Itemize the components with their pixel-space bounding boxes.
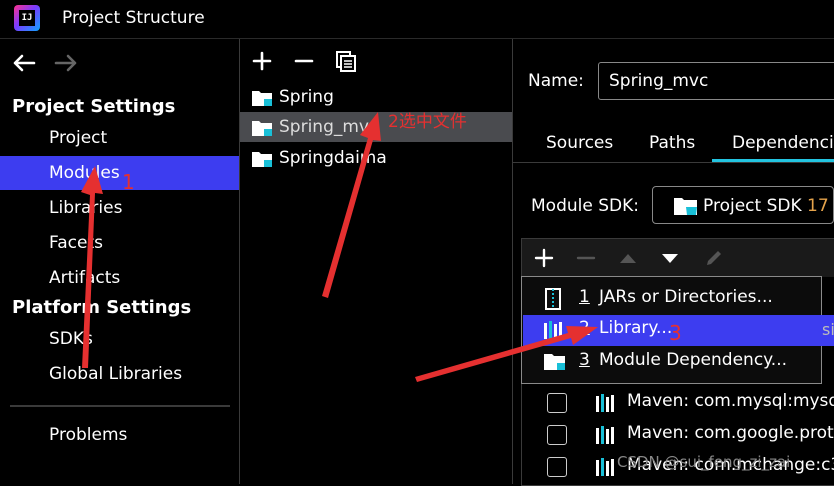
sidebar-item-problems[interactable]: Problems: [0, 418, 239, 452]
annotation-step-2: 2选中文件: [388, 112, 467, 132]
module-folder-icon: [544, 354, 565, 370]
annotation-step-3: 3: [669, 321, 682, 345]
module-item[interactable]: Spring: [240, 82, 512, 112]
library-icon: [544, 321, 562, 339]
module-sdk-label: Module SDK:: [531, 196, 639, 216]
dependency-label: Maven: com.google.proto: [627, 423, 834, 443]
sdk-folder-icon: [674, 198, 697, 215]
dependency-row[interactable]: Maven: com.mysql:mysql-: [522, 389, 834, 420]
sdk-version: 17: [807, 196, 829, 216]
project-settings-heading: Project Settings: [12, 96, 176, 117]
module-folder-icon: [252, 121, 272, 136]
platform-settings-heading: Platform Settings: [12, 297, 192, 318]
sidebar-item-libraries[interactable]: Libraries: [0, 191, 239, 225]
library-icon: [596, 458, 614, 476]
jar-icon: [545, 288, 561, 310]
menu-mnemonic: 2: [579, 318, 590, 338]
module-folder-icon: [252, 152, 272, 167]
module-label: Springdaima: [279, 148, 387, 168]
remove-dependency-icon[interactable]: [575, 247, 597, 269]
add-icon[interactable]: [250, 49, 274, 73]
sidebar-item-artifacts[interactable]: Artifacts: [0, 261, 239, 295]
sidebar-item-project[interactable]: Project: [0, 121, 239, 155]
module-item[interactable]: Springdaima: [240, 143, 512, 173]
edit-icon[interactable]: [703, 247, 725, 269]
module-label: Spring: [279, 87, 334, 107]
back-arrow-icon[interactable]: [10, 49, 38, 77]
menu-mnemonic: 1: [579, 287, 590, 307]
intellij-logo-icon: IJ: [14, 5, 40, 31]
module-folder-icon: [252, 91, 272, 106]
module-sdk-dropdown[interactable]: Project SDK 17: [652, 186, 834, 224]
sdk-selected-value: Project SDK 17: [703, 196, 829, 216]
export-checkbox[interactable]: [547, 393, 567, 413]
sidebar-item-facets[interactable]: Facets: [0, 226, 239, 260]
menu-item-jars-or-directories[interactable]: 1 JARs or Directories...: [523, 284, 822, 315]
tab-paths[interactable]: Paths: [649, 133, 695, 161]
watermark: CSDN @sui_feng_zi_zai: [617, 453, 791, 471]
module-label: Spring_mvc: [279, 117, 379, 137]
tab-dependencies[interactable]: Dependencies: [732, 133, 834, 161]
export-checkbox[interactable]: [547, 425, 567, 445]
sidebar-item-modules[interactable]: Modules: [0, 156, 239, 190]
forward-arrow-icon[interactable]: [52, 49, 80, 77]
tabs-divider: [513, 162, 834, 163]
remove-icon[interactable]: [292, 49, 316, 73]
dependencies-toolbar: [522, 239, 834, 277]
tab-sources[interactable]: Sources: [546, 133, 613, 161]
settings-sidebar: Project Settings Project Modules Librari…: [0, 39, 240, 484]
sidebar-item-global-libraries[interactable]: Global Libraries: [0, 357, 239, 391]
dependency-row[interactable]: Maven: com.google.proto: [522, 421, 834, 452]
menu-mnemonic: 3: [579, 350, 590, 370]
module-name-input[interactable]: Spring_mvc: [598, 62, 834, 100]
sidebar-item-sdks[interactable]: SDKs: [0, 322, 239, 356]
name-label: Name:: [528, 71, 584, 91]
move-down-icon[interactable]: [659, 247, 681, 269]
menu-item-module-dependency[interactable]: 3 Module Dependency...: [523, 347, 822, 378]
library-icon: [596, 394, 614, 412]
menu-label: JARs or Directories...: [599, 287, 773, 307]
menu-label: Module Dependency...: [599, 350, 788, 370]
annotation-step-1: 1: [122, 170, 135, 194]
dependency-partial-text: si: [822, 320, 834, 339]
move-up-icon[interactable]: [617, 247, 639, 269]
sidebar-divider: [10, 405, 230, 407]
copy-icon[interactable]: [334, 49, 358, 73]
logo-text: IJ: [19, 10, 35, 26]
window-title: Project Structure: [62, 8, 205, 28]
library-icon: [596, 426, 614, 444]
export-checkbox[interactable]: [547, 457, 567, 477]
active-tab-indicator: [712, 159, 834, 162]
menu-label: Library...: [599, 318, 673, 338]
add-dependency-icon[interactable]: [533, 247, 555, 269]
modules-list-panel: Spring Spring_mvc Springdaima: [240, 39, 513, 484]
module-item-selected[interactable]: Spring_mvc: [240, 112, 512, 142]
dependency-label: Maven: com.mysql:mysql-: [627, 391, 834, 411]
